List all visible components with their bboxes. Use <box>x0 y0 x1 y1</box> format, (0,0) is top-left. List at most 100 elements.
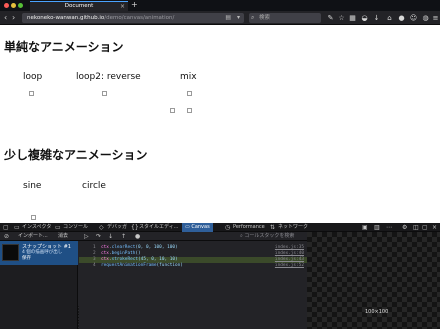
call-row-function: clearRect <box>111 245 136 250</box>
network-icon: ⇅ <box>270 224 276 231</box>
style-editor-icon: {} <box>131 224 139 231</box>
download-icon[interactable]: ↓ <box>372 13 381 23</box>
more-icon[interactable]: ⋯ <box>386 223 392 232</box>
url-path: /demo/canvas/animation/ <box>104 15 175 21</box>
tab-performance[interactable]: Performance <box>233 223 265 232</box>
layout-icon[interactable]: ▥ <box>374 223 380 232</box>
url-host: nekoneko-wanwan.github.io <box>27 15 105 21</box>
devtools-tab-bar: ▢ ▭ インスペクタ ▭ コンソール ◇ デバッガ {} スタイルエディ... … <box>0 223 440 232</box>
forward-arrow-icon[interactable]: › <box>12 13 15 23</box>
picker-icon[interactable]: ▢ <box>3 223 9 232</box>
smiley-icon[interactable]: ☺ <box>409 13 418 23</box>
canvas-preview: 100×100 <box>307 232 440 329</box>
dock-side-icon[interactable]: ▢ <box>422 223 428 232</box>
dock-icon[interactable]: ▣ <box>362 223 368 232</box>
loop2-label: loop2: reverse <box>76 72 141 82</box>
tab-network[interactable]: ネットワーク <box>278 223 308 232</box>
devtools-panel: ▢ ▭ インスペクタ ▭ コンソール ◇ デバッガ {} スタイルエディ... … <box>0 223 440 329</box>
home-icon[interactable]: ⌂ <box>385 13 394 23</box>
mix-canvas-square-right <box>187 108 192 113</box>
call-row-object: ctx <box>101 251 109 256</box>
mix-canvas-square-left <box>170 108 175 113</box>
debugger-icon: ◇ <box>99 224 104 231</box>
snapshot-item[interactable]: スナップショット #1 4 個の描画呼び出し 保存 <box>0 241 78 265</box>
console-icon: ▭ <box>55 224 61 231</box>
tab-canvas[interactable]: ▭ Canvas <box>182 223 213 232</box>
loop-label: loop <box>23 72 43 82</box>
loop2-canvas-square <box>102 91 107 96</box>
new-tab-button[interactable]: + <box>131 0 138 10</box>
call-row-object: ctx <box>101 257 109 262</box>
menu-icon[interactable]: ≡ <box>431 13 440 23</box>
call-row-function: beginPath <box>111 251 136 256</box>
callstack-search-input[interactable]: ⌕ コールスタックを検索 <box>240 233 305 240</box>
navigation-bar: ‹ › nekoneko-wanwan.github.io/demo/canva… <box>0 11 440 25</box>
highlight-toggle-icon[interactable]: ● <box>135 232 140 241</box>
tab-debugger[interactable]: デバッガ <box>107 223 127 232</box>
callstack-search-placeholder: コールスタックを検索 <box>244 233 295 239</box>
extension-icon[interactable]: ◍ <box>421 13 430 23</box>
star-icon[interactable]: ☆ <box>337 13 346 23</box>
tab-style-editor[interactable]: スタイルエディ... <box>139 223 178 232</box>
split-icon[interactable]: ◫ <box>413 223 419 232</box>
tab-canvas-label: Canvas <box>191 224 210 230</box>
close-devtools-icon[interactable]: × <box>432 223 437 232</box>
call-row-args: (45, 0, 10, 10) <box>138 257 178 262</box>
tab-close-icon[interactable]: × <box>120 2 125 11</box>
call-row-args: (0, 0, 100, 100) <box>135 245 178 250</box>
back-arrow-icon[interactable]: ‹ <box>4 13 7 23</box>
mix-label: mix <box>180 72 197 82</box>
page-content: 単純なアニメーション loop loop2: reverse mix 少し複雑な… <box>0 26 440 223</box>
tab-console[interactable]: コンソール <box>63 223 88 232</box>
resume-icon[interactable]: ▷ <box>84 232 89 241</box>
call-row-object: ctx <box>101 245 109 250</box>
preview-size-label: 100×100 <box>365 309 389 315</box>
section2-title: 少し複雑なアニメーション <box>4 148 148 162</box>
inspector-icon: ▭ <box>14 224 20 231</box>
settings-icon[interactable]: ⚙ <box>402 223 407 232</box>
canvas-toolbar: ⊘ インポート... 消去 ▷ ↷ ↓ ↑ ● ⌕ コールスタックを検索 <box>0 232 307 241</box>
sine-canvas-square <box>31 215 36 220</box>
call-row-location[interactable]: index.js:52 <box>275 263 304 269</box>
call-list: 1 ctx.clearRect(0, 0, 100, 100) index.js:3… <box>79 241 307 329</box>
minimize-window-button[interactable] <box>11 3 16 8</box>
mix-canvas-square-top <box>187 91 192 96</box>
step-over-icon[interactable]: ↷ <box>96 232 101 241</box>
chat-icon[interactable]: ● <box>397 13 406 23</box>
call-row-function: requestAnimationFrame <box>101 263 157 268</box>
call-row-function: strokeRect <box>111 257 139 262</box>
call-row-number: 4 <box>93 263 96 268</box>
circle-label: circle <box>82 181 106 191</box>
tab-document[interactable]: Document × <box>30 1 128 11</box>
tab-bar: Document × + <box>0 0 440 11</box>
search-placeholder: 検索 <box>259 15 271 21</box>
section1-title: 単純なアニメーション <box>4 40 124 54</box>
pocket-icon[interactable]: ◒ <box>360 13 369 23</box>
import-button[interactable]: インポート... <box>18 232 48 241</box>
close-window-button[interactable] <box>4 3 9 8</box>
record-icon[interactable]: ⊘ <box>4 232 9 241</box>
call-row[interactable]: 4 requestAnimationFrame(function) index.js… <box>79 263 307 269</box>
performance-icon: ◷ <box>225 224 231 231</box>
call-row-args: (function) <box>156 263 183 268</box>
loop-canvas-square <box>29 91 34 96</box>
reader-icon[interactable]: ▤ <box>225 13 231 23</box>
pen-icon[interactable]: ✎ <box>326 13 335 23</box>
snapshot-save-link[interactable]: 保存 <box>22 255 31 261</box>
maximize-window-button[interactable] <box>18 3 23 8</box>
search-bar[interactable]: ⌕ 検索 <box>249 13 321 23</box>
step-out-icon[interactable]: ↑ <box>121 232 126 241</box>
library-icon[interactable]: ▦ <box>348 13 357 23</box>
tab-title: Document <box>64 3 94 9</box>
call-row-code: requestAnimationFrame(function) <box>101 263 183 269</box>
snapshot-thumbnail <box>2 244 19 261</box>
sine-label: sine <box>23 181 42 191</box>
url-bar[interactable]: nekoneko-wanwan.github.io/demo/canvas/an… <box>22 13 244 23</box>
clear-button[interactable]: 消去 <box>58 232 68 241</box>
call-row-args: () <box>135 251 141 256</box>
url-dropdown-icon[interactable]: ▾ <box>237 13 240 23</box>
search-icon: ⌕ <box>251 14 255 21</box>
step-in-icon[interactable]: ↓ <box>108 232 113 241</box>
tab-inspector[interactable]: インスペクタ <box>22 223 51 232</box>
snapshot-list: スナップショット #1 4 個の描画呼び出し 保存 <box>0 241 78 329</box>
